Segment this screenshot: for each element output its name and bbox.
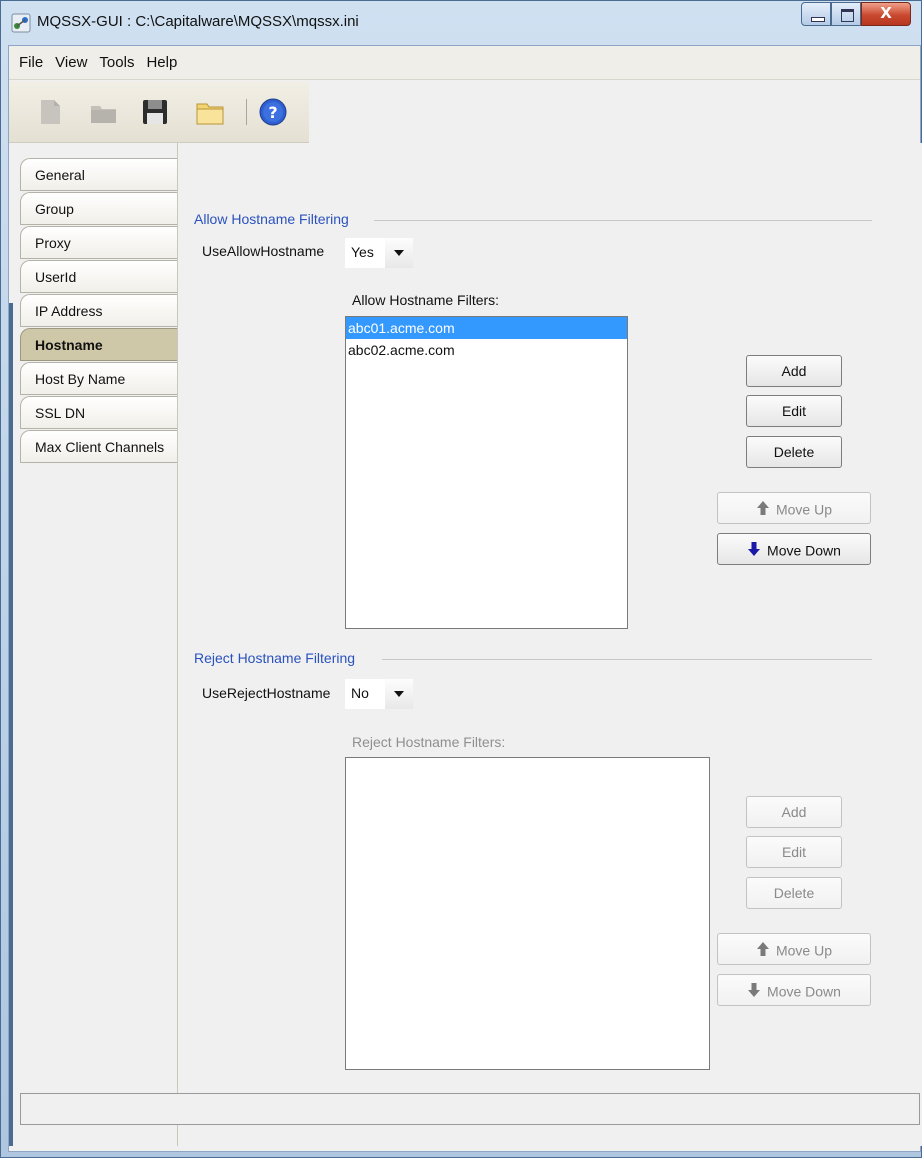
client-area: File View Tools Help ? General Group Pro… — [8, 45, 922, 1152]
minimize-button[interactable] — [801, 2, 831, 26]
reject-move-up-label: Move Up — [775, 942, 833, 959]
tab-group[interactable]: Group — [20, 192, 177, 225]
window-controls: X — [801, 2, 911, 28]
save-icon[interactable] — [140, 97, 170, 127]
maximize-icon — [841, 9, 854, 22]
list-item[interactable]: abc01.acme.com — [346, 317, 627, 339]
new-file-icon[interactable] — [35, 97, 65, 127]
left-border-accent — [9, 303, 13, 1146]
list-item[interactable]: abc02.acme.com — [346, 339, 627, 361]
tab-general[interactable]: General — [20, 158, 177, 191]
allow-list-caption: Allow Hostname Filters: — [352, 292, 500, 308]
allow-section-title: Allow Hostname Filtering — [194, 211, 349, 227]
app-window: MQSSX-GUI : C:\Capitalware\MQSSX\mqssx.i… — [0, 0, 922, 1158]
chevron-down-icon[interactable] — [385, 238, 413, 268]
status-bar — [20, 1093, 920, 1125]
reject-move-down-label: Move Down — [767, 983, 841, 1000]
tab-ip-address[interactable]: IP Address — [20, 294, 177, 327]
arrow-down-icon — [748, 982, 761, 997]
reject-move-down-button[interactable]: Move Down — [717, 974, 871, 1006]
use-reject-hostname-value: No — [351, 685, 369, 701]
arrow-down-icon — [748, 541, 761, 556]
tab-ssl-dn[interactable]: SSL DN — [20, 396, 177, 429]
reject-section-title: Reject Hostname Filtering — [194, 650, 356, 666]
allow-section-divider — [374, 220, 872, 221]
help-icon[interactable]: ? — [258, 97, 288, 127]
window-title: MQSSX-GUI : C:\Capitalware\MQSSX\mqssx.i… — [37, 13, 359, 30]
allow-move-up-button[interactable]: Move Up — [717, 492, 871, 524]
tab-proxy[interactable]: Proxy — [20, 226, 177, 259]
use-reject-hostname-select[interactable]: No — [345, 679, 413, 709]
title-bar[interactable]: MQSSX-GUI : C:\Capitalware\MQSSX\mqssx.i… — [1, 1, 921, 45]
maximize-button[interactable] — [831, 2, 861, 26]
allow-move-down-label: Move Down — [767, 542, 841, 559]
reject-add-button[interactable]: Add — [746, 796, 842, 828]
minimize-icon — [811, 17, 825, 22]
chevron-down-icon[interactable] — [385, 679, 413, 709]
allow-add-button[interactable]: Add — [746, 355, 842, 387]
tab-list: General Group Proxy UserId IP Address Ho… — [20, 158, 177, 464]
hostname-tab-content: Allow Hostname Filtering UseAllowHostnam… — [178, 143, 922, 1146]
arrow-up-icon — [756, 941, 769, 956]
allow-move-down-button[interactable]: Move Down — [717, 533, 871, 565]
tab-host-by-name[interactable]: Host By Name — [20, 362, 177, 395]
close-button[interactable]: X — [861, 2, 911, 26]
reject-edit-button[interactable]: Edit — [746, 836, 842, 868]
allow-delete-button[interactable]: Delete — [746, 436, 842, 468]
allow-hostname-list[interactable]: abc01.acme.com abc02.acme.com — [345, 316, 628, 629]
svg-text:?: ? — [268, 103, 277, 122]
arrow-up-icon — [756, 500, 769, 515]
menu-help[interactable]: Help — [140, 46, 183, 80]
menu-file[interactable]: File — [13, 46, 49, 80]
open-folder-icon[interactable] — [89, 97, 119, 127]
reject-hostname-list[interactable] — [345, 757, 710, 1070]
reject-delete-button[interactable]: Delete — [746, 877, 842, 909]
toolbar: ? — [9, 81, 309, 143]
tab-hostname[interactable]: Hostname — [20, 328, 177, 361]
reject-move-up-button[interactable]: Move Up — [717, 933, 871, 965]
menu-view[interactable]: View — [49, 46, 93, 80]
allow-move-up-label: Move Up — [775, 501, 833, 518]
reject-section-divider — [382, 659, 872, 660]
menu-bar: File View Tools Help — [9, 46, 920, 80]
menu-tools[interactable]: Tools — [93, 46, 140, 80]
use-allow-hostname-select[interactable]: Yes — [345, 238, 413, 268]
toolbar-separator — [246, 99, 247, 125]
tab-userid[interactable]: UserId — [20, 260, 177, 293]
tab-max-client-channels[interactable]: Max Client Channels — [20, 430, 177, 463]
app-icon — [11, 13, 31, 33]
main-panel: General Group Proxy UserId IP Address Ho… — [9, 143, 922, 1146]
use-allow-hostname-value: Yes — [351, 244, 374, 260]
folder-icon[interactable] — [195, 97, 225, 127]
close-icon: X — [880, 4, 892, 22]
use-reject-hostname-label: UseRejectHostname — [202, 685, 331, 701]
use-allow-hostname-label: UseAllowHostname — [202, 243, 325, 259]
allow-edit-button[interactable]: Edit — [746, 395, 842, 427]
reject-list-caption: Reject Hostname Filters: — [352, 734, 506, 750]
